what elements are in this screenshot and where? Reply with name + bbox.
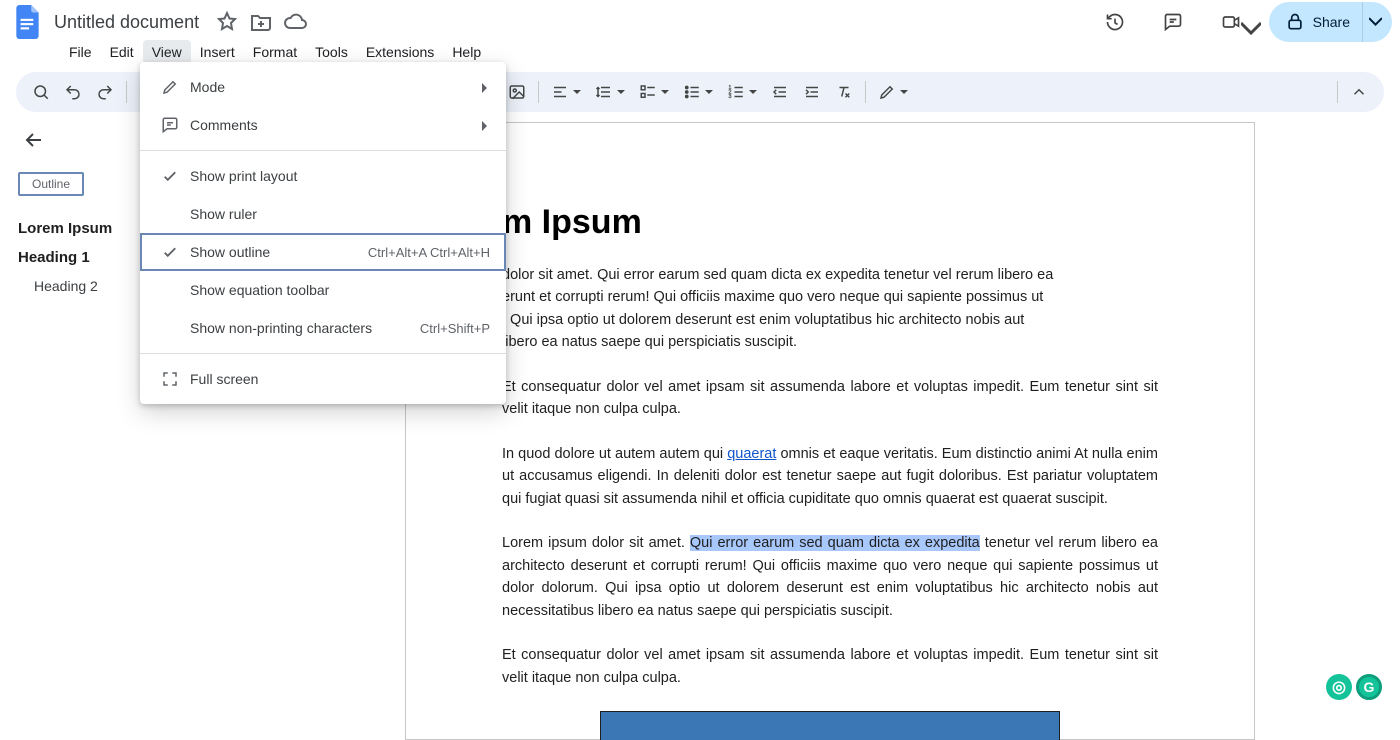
- text-selection: Qui error earum sed quam dicta ex expedi…: [690, 535, 980, 551]
- checklist-dropdown[interactable]: [633, 77, 663, 107]
- menu-format[interactable]: Format: [244, 40, 306, 64]
- indent-increase-button[interactable]: [797, 77, 827, 107]
- history-icon[interactable]: [1095, 2, 1135, 42]
- outline-label: Outline: [18, 172, 84, 196]
- menu-show-ruler[interactable]: Show ruler: [140, 195, 506, 233]
- menu-extensions[interactable]: Extensions: [357, 40, 443, 64]
- menu-insert[interactable]: Insert: [191, 40, 244, 64]
- share-button[interactable]: Share: [1269, 2, 1392, 42]
- menu-help[interactable]: Help: [443, 40, 490, 64]
- share-caret-icon[interactable]: [1362, 2, 1382, 42]
- menu-comments[interactable]: Comments: [140, 106, 506, 144]
- menu-show-equation-toolbar[interactable]: Show equation toolbar: [140, 271, 506, 309]
- doc-link[interactable]: quaerat: [727, 446, 776, 462]
- doc-paragraph: dolor sit amet. Qui error earum sed quam…: [502, 264, 1158, 354]
- menu-show-print-layout[interactable]: Show print layout: [140, 157, 506, 195]
- assistant-bubble[interactable]: ◎G: [1326, 674, 1382, 700]
- line-spacing-dropdown[interactable]: [589, 77, 619, 107]
- doc-paragraph: Et consequatur dolor vel amet ipsam sit …: [502, 376, 1158, 421]
- doc-paragraph: In quod dolore ut autem autem qui quaera…: [502, 443, 1158, 510]
- indent-decrease-button[interactable]: [765, 77, 795, 107]
- view-menu-dropdown: Mode Comments Show print layout Show rul…: [140, 62, 506, 404]
- bulleted-list-dropdown[interactable]: [677, 77, 707, 107]
- collapse-toolbar-button[interactable]: [1344, 77, 1374, 107]
- docs-logo[interactable]: [8, 2, 48, 42]
- comments-icon[interactable]: [1153, 2, 1193, 42]
- undo-icon[interactable]: [58, 77, 88, 107]
- search-menus-icon[interactable]: [26, 77, 56, 107]
- numbered-list-dropdown[interactable]: 123: [721, 77, 751, 107]
- doc-title[interactable]: Untitled document: [48, 10, 205, 35]
- doc-image[interactable]: [600, 711, 1060, 740]
- outline-back-arrow[interactable]: [22, 128, 50, 158]
- editing-mode-dropdown[interactable]: [872, 77, 902, 107]
- doc-paragraph: Et consequatur dolor vel amet ipsam sit …: [502, 644, 1158, 689]
- star-icon[interactable]: [215, 10, 239, 34]
- meet-icon[interactable]: [1211, 2, 1251, 42]
- menu-view[interactable]: View: [143, 40, 191, 64]
- menu-full-screen[interactable]: Full screen: [140, 360, 506, 398]
- clear-formatting-button[interactable]: [829, 77, 859, 107]
- move-icon[interactable]: [249, 10, 273, 34]
- document-page[interactable]: m Ipsum dolor sit amet. Qui error earum …: [405, 122, 1255, 740]
- menu-mode[interactable]: Mode: [140, 68, 506, 106]
- svg-text:3: 3: [729, 94, 732, 100]
- doc-heading: m Ipsum: [502, 203, 1158, 242]
- cloud-status-icon[interactable]: [283, 10, 307, 34]
- share-label: Share: [1313, 14, 1350, 30]
- redo-icon[interactable]: [90, 77, 120, 107]
- menu-edit[interactable]: Edit: [101, 40, 143, 64]
- doc-paragraph: Lorem ipsum dolor sit amet. Qui error ea…: [502, 532, 1158, 622]
- insert-image-button[interactable]: [502, 77, 532, 107]
- menu-show-outline[interactable]: Show outline Ctrl+Alt+A Ctrl+Alt+H: [140, 233, 506, 271]
- align-dropdown[interactable]: [545, 77, 575, 107]
- menu-tools[interactable]: Tools: [306, 40, 357, 64]
- menu-file[interactable]: File: [60, 40, 101, 64]
- menu-show-nonprinting[interactable]: Show non-printing characters Ctrl+Shift+…: [140, 309, 506, 347]
